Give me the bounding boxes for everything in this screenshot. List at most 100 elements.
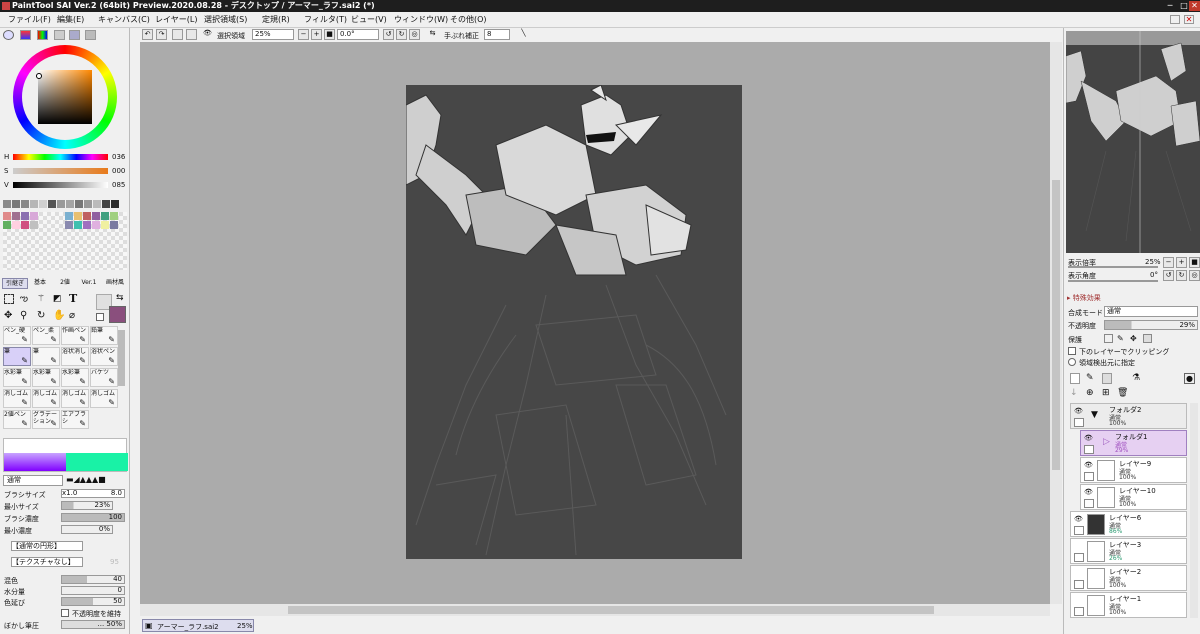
angle-select[interactable]: 0.0° xyxy=(337,29,379,40)
layer-lock-box[interactable] xyxy=(1074,418,1084,427)
v-slider[interactable] xyxy=(13,182,108,188)
nav-rotate-reset[interactable]: ◎ xyxy=(1189,270,1200,281)
color-swatch[interactable] xyxy=(110,221,118,229)
nav-zoom-in[interactable]: + xyxy=(1176,257,1187,268)
color-swatch[interactable] xyxy=(12,221,20,229)
undo-icon[interactable]: ↶ xyxy=(142,29,153,40)
selection-visibility-icon[interactable]: 👁 xyxy=(202,29,213,40)
palette-swatch[interactable] xyxy=(102,200,110,208)
text-tool-icon[interactable]: T xyxy=(69,292,80,305)
brush-slot[interactable]: 水彩筆 ✎ xyxy=(61,368,89,387)
invert-selection-button[interactable] xyxy=(186,29,197,40)
layer-lock-box[interactable] xyxy=(1074,526,1084,535)
menu-edit[interactable]: 編集(E) xyxy=(57,14,84,26)
menu-file[interactable]: ファイル(F) xyxy=(8,14,51,26)
deselect-button[interactable] xyxy=(172,29,183,40)
tool-tab-paint[interactable]: 画材風 xyxy=(101,278,129,289)
brush-scrollbar[interactable] xyxy=(118,330,125,386)
layer-lock-box[interactable] xyxy=(1084,499,1094,508)
color-swatch[interactable] xyxy=(65,212,73,220)
menu-canvas[interactable]: キャンバス(C) xyxy=(98,14,150,26)
tool-tab-inherit[interactable]: 引継ぎ xyxy=(2,278,28,289)
select-source-radio[interactable] xyxy=(1068,358,1076,366)
brush-slot[interactable]: 水彩筆 ✎ xyxy=(32,368,60,387)
layer-mask-icon[interactable]: ⚗ xyxy=(1132,373,1144,384)
layer-lock-box[interactable] xyxy=(1074,580,1084,589)
palette-swatch[interactable] xyxy=(30,200,38,208)
color-swatch[interactable] xyxy=(74,212,82,220)
clip-checkbox[interactable] xyxy=(1068,347,1076,355)
flip-icon[interactable]: ⇆ xyxy=(427,29,438,40)
protect-transparency-icon[interactable] xyxy=(1104,334,1113,343)
horizontal-scrollbar[interactable] xyxy=(140,604,1050,616)
brush-slot[interactable]: ペン_硬 ✎ xyxy=(3,326,31,345)
menu-view[interactable]: ビュー(V) xyxy=(351,14,387,26)
layer-lock-box[interactable] xyxy=(1084,472,1094,481)
brush-shape-select[interactable]: 【通常の円形】 xyxy=(11,541,83,551)
visibility-eye-icon[interactable]: 👁 xyxy=(1074,515,1084,523)
minimize-button[interactable]: ─ xyxy=(1163,1,1177,11)
layer-settings-icon[interactable]: ● xyxy=(1184,373,1195,384)
brush-slot[interactable]: 消しゴム ✎ xyxy=(90,389,118,408)
palette-swatch[interactable] xyxy=(48,200,56,208)
nav-zoom-out[interactable]: − xyxy=(1163,257,1174,268)
color-swatch[interactable] xyxy=(92,221,100,229)
navigator-preview[interactable] xyxy=(1066,31,1200,253)
layer-folder2[interactable]: 👁 ▼ フォルダ2 通常 100% xyxy=(1070,403,1187,429)
brush-mode-select[interactable]: 通常 xyxy=(3,475,63,486)
color-swatch[interactable] xyxy=(21,221,29,229)
selection-pen-icon[interactable]: ◩ xyxy=(53,294,64,304)
visibility-eye-icon[interactable] xyxy=(1074,542,1084,550)
layer-3[interactable]: レイヤー3 通常 26% xyxy=(1070,538,1187,564)
line-tool-icon[interactable]: ╲ xyxy=(518,29,529,40)
color-square[interactable] xyxy=(38,70,92,124)
select-rect-icon[interactable] xyxy=(4,294,14,304)
palette-swatch[interactable] xyxy=(12,200,20,208)
swatch-tab[interactable] xyxy=(69,30,80,40)
delete-layer-icon[interactable]: 🗑 xyxy=(1117,388,1128,399)
rgb-slider-tab[interactable] xyxy=(20,30,31,40)
visibility-eye-icon[interactable]: 👁 xyxy=(1074,407,1084,415)
nav-rotate-ccw[interactable]: ↺ xyxy=(1163,270,1174,281)
color-wheel-tab[interactable] xyxy=(3,30,14,40)
color-swatch[interactable] xyxy=(30,221,38,229)
color-swatch[interactable] xyxy=(65,221,73,229)
brush-slot[interactable]: 鉛筆 ✎ xyxy=(90,326,118,345)
zoom-select[interactable]: 25% xyxy=(252,29,294,40)
zoom-icon[interactable]: ⚲ xyxy=(20,310,31,321)
tool-tab-basic[interactable]: 基本 xyxy=(29,278,51,289)
blend-mode-select[interactable]: 通常 xyxy=(1104,306,1198,317)
nav-zoom-reset[interactable]: ■ xyxy=(1189,257,1200,268)
brush-slot[interactable]: 消しゴム ✎ xyxy=(61,389,89,408)
palette-swatch[interactable] xyxy=(3,200,11,208)
s-slider[interactable] xyxy=(13,168,108,174)
layer-lock-box[interactable] xyxy=(1074,607,1084,616)
rotate-cw-button[interactable]: ↻ xyxy=(396,29,407,40)
layer-lock-box[interactable] xyxy=(1074,553,1084,562)
color-swatch[interactable] xyxy=(92,212,100,220)
close-button[interactable]: ✕ xyxy=(1189,1,1200,11)
palette-swatch[interactable] xyxy=(39,200,47,208)
folder-collapse-icon[interactable]: ▷ xyxy=(1103,437,1110,447)
brush-slot[interactable]: グラデーション ✎ xyxy=(32,410,60,429)
brush-size-field[interactable]: x1.0 8.0 xyxy=(61,489,125,498)
brush-slot[interactable]: 筆 ✎ xyxy=(3,347,31,366)
brush-slot[interactable]: 消しゴム ✎ xyxy=(3,389,31,408)
menu-other[interactable]: その他(O) xyxy=(450,14,487,26)
layer-10[interactable]: 👁 レイヤー10 通常 100% xyxy=(1080,484,1187,510)
water-slider[interactable]: 0 xyxy=(61,586,125,595)
color-swatch[interactable] xyxy=(101,212,109,220)
density-slider[interactable]: 100 xyxy=(61,513,125,522)
scratch-tab[interactable] xyxy=(85,30,96,40)
color-swatch[interactable] xyxy=(110,212,118,220)
palette-swatch[interactable] xyxy=(57,200,65,208)
keep-opacity-checkbox[interactable] xyxy=(61,609,69,617)
menu-window[interactable]: ウィンドウ(W) xyxy=(394,14,448,26)
min-size-slider[interactable]: 23% xyxy=(61,501,113,510)
color-swatch[interactable] xyxy=(83,212,91,220)
layer-lock-box[interactable] xyxy=(1084,445,1094,454)
palette-swatch[interactable] xyxy=(21,200,29,208)
stretch-slider[interactable]: 50 xyxy=(61,597,125,606)
tool-tab-binary[interactable]: 2値 xyxy=(54,278,76,289)
color-swatch[interactable] xyxy=(21,212,29,220)
